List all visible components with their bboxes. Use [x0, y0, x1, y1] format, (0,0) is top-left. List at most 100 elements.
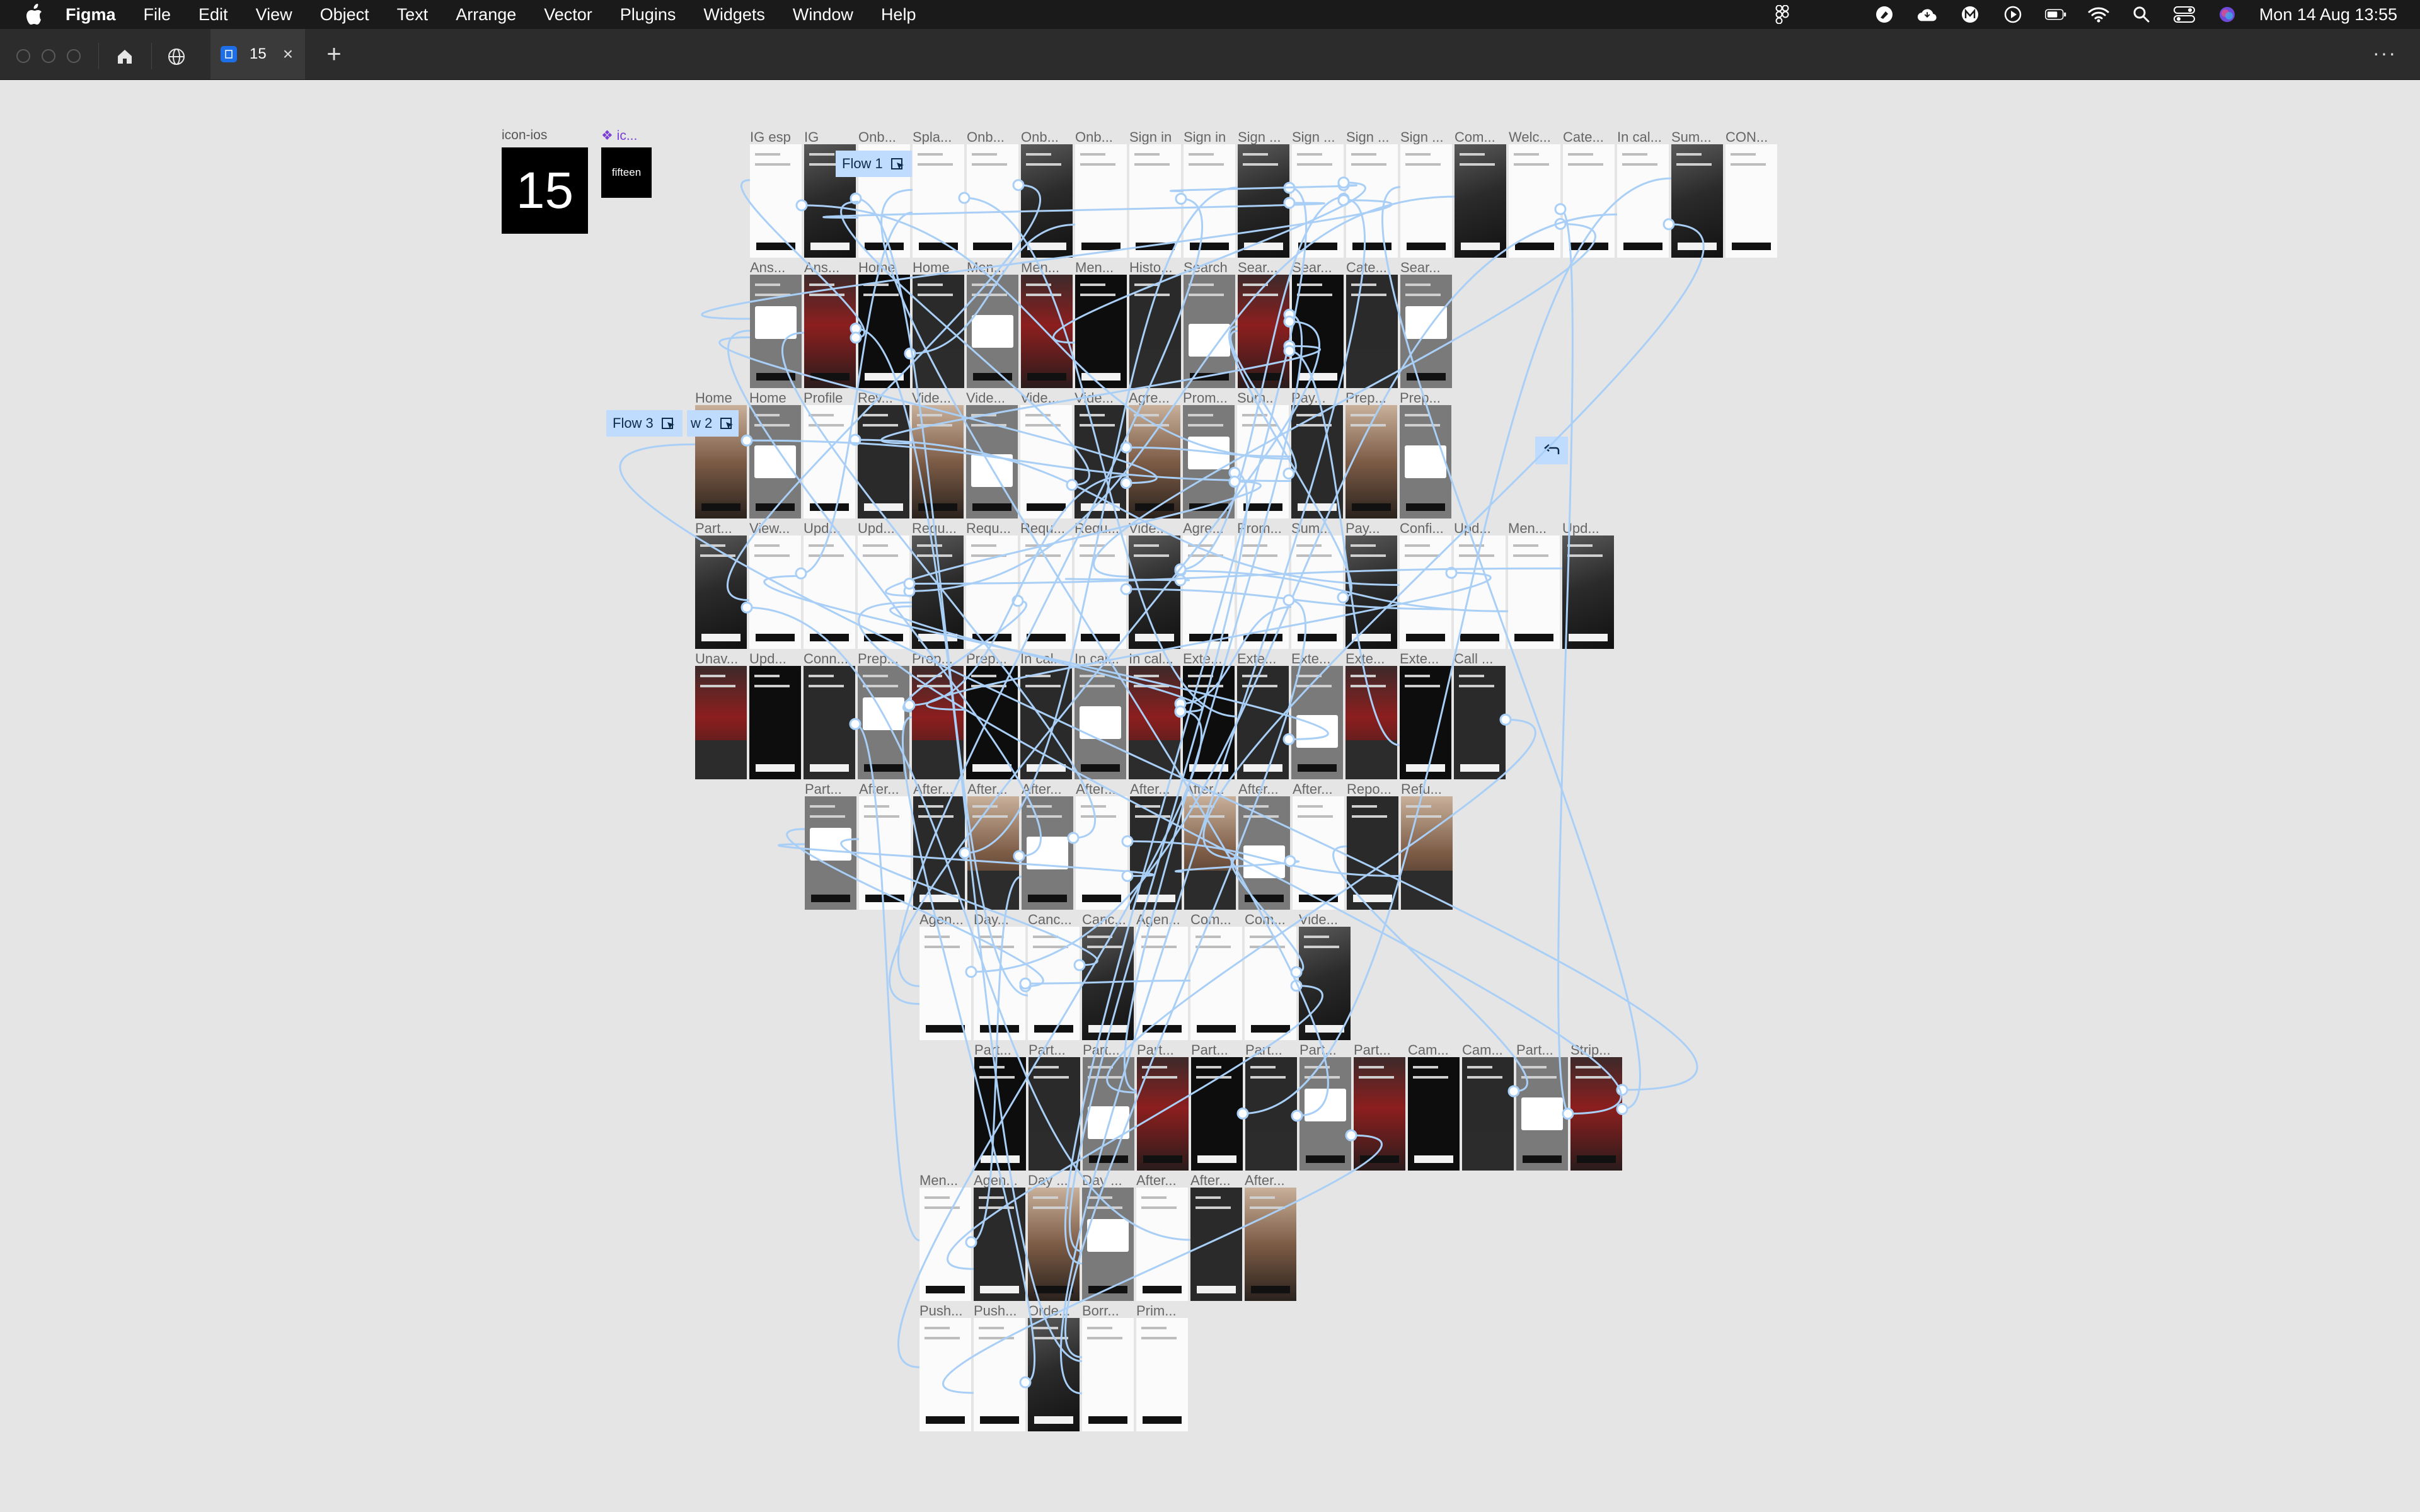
menu-arrange[interactable]: Arrange	[456, 5, 516, 25]
tab-label: 15	[250, 45, 267, 62]
connector-node	[1283, 345, 1296, 357]
prototype-connectors	[619, 176, 1705, 1395]
connector-node	[1121, 835, 1134, 847]
connector-line	[746, 606, 1191, 1241]
connector-node	[795, 199, 808, 212]
play-icon[interactable]	[2002, 4, 2024, 25]
more-icon[interactable]: ···	[2366, 42, 2404, 69]
window-minimize-button[interactable]	[42, 49, 55, 63]
menu-window[interactable]: Window	[793, 5, 853, 25]
figma-icon[interactable]	[1772, 4, 1793, 25]
window-zoom-button[interactable]	[67, 49, 81, 63]
menu-app-name[interactable]: Figma	[66, 5, 116, 25]
connector-node	[1282, 733, 1295, 745]
connector-node	[1073, 959, 1086, 971]
connector-node	[1120, 583, 1132, 595]
connector-line	[1332, 845, 1528, 1092]
menu-vector[interactable]: Vector	[544, 5, 592, 25]
connector-node	[1282, 467, 1295, 480]
apple-icon[interactable]	[21, 2, 47, 27]
connector-node	[1562, 1108, 1574, 1120]
connector-node	[1283, 315, 1296, 328]
connector-line	[786, 828, 1044, 987]
connector-line	[822, 202, 1325, 219]
connector-node	[903, 699, 916, 711]
connector-node	[1236, 1108, 1249, 1120]
connector-node	[849, 718, 861, 730]
connector-node	[1662, 218, 1675, 231]
connector-line	[1381, 186, 1641, 1110]
control-center-icon[interactable]	[2173, 4, 2195, 25]
menu-widgets[interactable]: Widgets	[703, 5, 765, 25]
menubar-clock[interactable]: Mon 14 Aug 13:55	[2259, 5, 2397, 25]
connector-line	[964, 197, 1238, 718]
app-icon[interactable]	[1959, 4, 1981, 25]
connector-node	[1290, 966, 1303, 978]
connector-line	[619, 443, 1698, 1091]
connector-node	[1121, 869, 1134, 882]
connector-line	[1289, 350, 1400, 747]
connector-node	[1174, 574, 1187, 587]
connector-line	[801, 204, 1292, 460]
connector-node	[1283, 197, 1296, 209]
connector-node	[850, 331, 862, 344]
connector-line	[855, 328, 1083, 1363]
battery-icon[interactable]	[2044, 4, 2066, 25]
connector-node	[1507, 1085, 1520, 1097]
connector-node	[1019, 1376, 1032, 1389]
connector-node	[1337, 591, 1349, 604]
connector-node	[903, 577, 916, 590]
connector-node	[740, 601, 753, 614]
plus-icon[interactable]: +	[320, 40, 348, 68]
close-icon[interactable]: ×	[283, 44, 293, 64]
connector-node	[1282, 594, 1295, 607]
file-icon	[221, 46, 237, 62]
connector-line	[880, 345, 1321, 445]
connector-node	[1291, 1109, 1303, 1122]
globe-icon[interactable]	[163, 43, 190, 71]
connector-node	[1345, 1129, 1357, 1142]
connector-line	[858, 601, 1622, 1115]
connector-node	[965, 966, 977, 978]
connector-node	[1499, 713, 1512, 726]
menu-help[interactable]: Help	[881, 5, 916, 25]
connector-line	[1060, 198, 1366, 1395]
menu-text[interactable]: Text	[397, 5, 429, 25]
connector-line	[897, 710, 1202, 1368]
tab-divider	[151, 43, 152, 69]
connector-node	[1175, 192, 1187, 205]
tab-file-15[interactable]: 15 ×	[210, 29, 305, 79]
connector-node	[1174, 705, 1187, 718]
connector-line	[701, 199, 1393, 320]
connector-node	[1066, 479, 1078, 491]
connector-node	[958, 192, 971, 204]
connector-line	[1557, 208, 1574, 1115]
menu-plugins[interactable]: Plugins	[620, 5, 676, 25]
connector-node	[1616, 1102, 1628, 1115]
app-icon[interactable]	[1874, 4, 1895, 25]
connector-line	[1180, 195, 1347, 571]
connector-line	[1169, 184, 1358, 192]
window-close-button[interactable]	[16, 49, 30, 63]
wifi-icon[interactable]	[2088, 4, 2109, 25]
connector-node	[1012, 179, 1025, 192]
connector-line	[727, 329, 1042, 857]
connector-node	[965, 1236, 977, 1249]
search-icon[interactable]	[2131, 4, 2152, 25]
menu-bar: Figma File Edit View Object Text Arrange…	[0, 0, 2420, 29]
cloud-icon[interactable]	[1916, 4, 1938, 25]
figma-canvas[interactable]: icon-ios 15 ❖ ic... fifteen IG esp IG Onb.…	[0, 80, 2420, 1512]
connector-node	[904, 347, 916, 360]
home-icon[interactable]	[111, 43, 139, 71]
connector-node	[795, 567, 807, 580]
menu-view[interactable]: View	[256, 5, 292, 25]
connector-node	[1013, 850, 1025, 862]
menu-edit[interactable]: Edit	[199, 5, 228, 25]
menu-object[interactable]: Object	[320, 5, 369, 25]
connector-node	[1120, 477, 1132, 490]
figma-tab-bar: 15 × + ···	[0, 29, 2420, 80]
connector-node	[1228, 476, 1241, 488]
menu-file[interactable]: File	[144, 5, 171, 25]
connector-node	[1019, 977, 1032, 990]
siri-icon[interactable]	[2216, 4, 2238, 25]
